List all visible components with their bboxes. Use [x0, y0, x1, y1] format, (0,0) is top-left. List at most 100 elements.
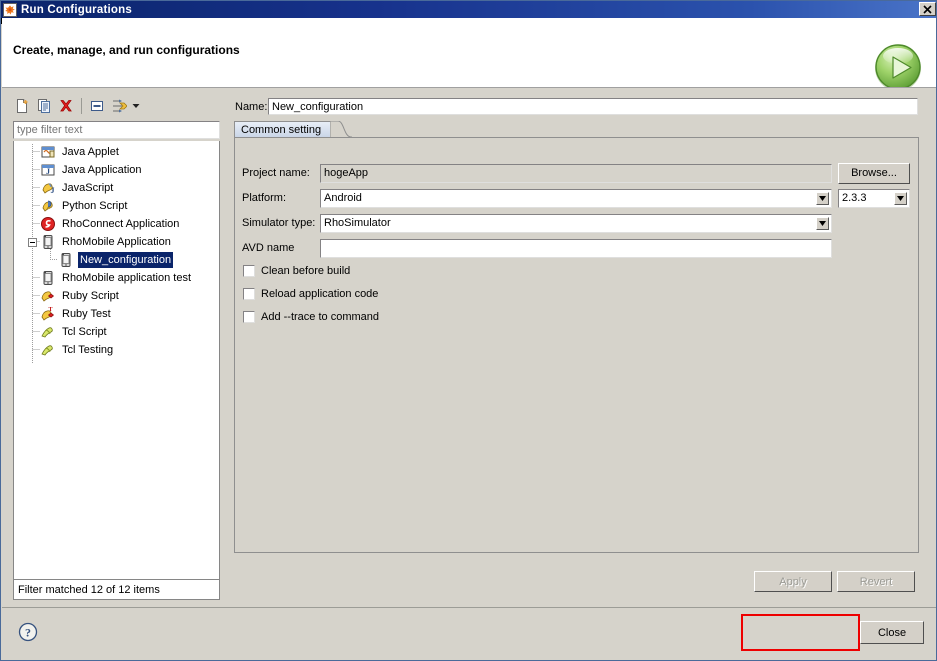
- title-bar: Run Configurations: [1, 1, 936, 18]
- tree-item-label: RhoConnect Application: [62, 218, 180, 230]
- run-config-icon: [3, 2, 17, 17]
- checkbox-add-trace-to-command[interactable]: Add --trace to command: [243, 307, 379, 327]
- tree-item-javascript[interactable]: J JavaScript: [14, 179, 219, 197]
- tree-item-java-applet[interactable]: Java Applet: [14, 143, 219, 161]
- version-combo[interactable]: 2.3.3: [838, 188, 910, 208]
- tree-item-tcl-script[interactable]: Tcl Script: [14, 323, 219, 341]
- chevron-down-icon[interactable]: [816, 191, 829, 205]
- javascript-icon: J: [40, 180, 56, 196]
- run-configurations-dialog: Run Configurations Create, manage, and r…: [0, 0, 937, 661]
- rhomobile-icon: [58, 252, 74, 268]
- window-title: Run Configurations: [21, 3, 132, 16]
- platform-row: Platform: Android 2.3.3: [242, 187, 910, 209]
- checkbox-reload-application-code[interactable]: Reload application code: [243, 284, 378, 304]
- tcl-script-icon: [40, 324, 56, 340]
- toolbar-divider: [81, 98, 82, 114]
- avd-name-label: AVD name: [242, 242, 295, 254]
- chevron-down-icon[interactable]: [816, 216, 829, 230]
- tree-item-label: RhoMobile application test: [62, 272, 192, 284]
- browse-button[interactable]: Browse...: [838, 162, 910, 184]
- tree-item-label: RhoMobile Application: [62, 236, 171, 248]
- checkbox-icon[interactable]: [243, 265, 255, 277]
- tree-toolbar: [11, 93, 156, 119]
- tab-strip: Common setting: [234, 121, 919, 138]
- project-name-field: hogeApp: [320, 163, 832, 183]
- checkbox-clean-before-build[interactable]: Clean before build: [243, 261, 350, 281]
- collapse-all-icon[interactable]: [86, 95, 108, 117]
- simulator-type-combo[interactable]: RhoSimulator: [320, 213, 832, 233]
- avd-name-row: AVD name: [242, 237, 910, 259]
- platform-label: Platform:: [242, 192, 287, 204]
- simulator-type-label: Simulator type:: [242, 217, 316, 229]
- tree-item-rhoconnect-application[interactable]: RhoConnect Application: [14, 215, 219, 233]
- tree-item-label: Ruby Test: [62, 308, 111, 320]
- svg-text:?: ?: [25, 626, 31, 640]
- tab-body: Project name: hogeApp Browse... Platform…: [234, 137, 919, 553]
- tree-item-label: Python Script: [62, 200, 128, 212]
- version-value: 2.3.3: [842, 192, 867, 204]
- tree-expander-icon[interactable]: [28, 238, 37, 247]
- page-title: Create, manage, and run configurations: [13, 43, 240, 57]
- checkbox-icon[interactable]: [243, 311, 255, 323]
- tree-item-label: Java Applet: [62, 146, 119, 158]
- filter-arrows-icon[interactable]: [108, 95, 130, 117]
- settings-tabfolder: Common setting Project name: hogeApp Bro…: [234, 121, 919, 553]
- simulator-type-row: Simulator type: RhoSimulator: [242, 212, 910, 234]
- close-button[interactable]: Close: [860, 621, 924, 644]
- checkbox-label: Add --trace to command: [261, 311, 379, 323]
- tree-item-label: Tcl Script: [62, 326, 107, 338]
- tab-curve: [330, 121, 352, 138]
- tab-common-setting[interactable]: Common setting: [234, 121, 332, 138]
- platform-value: Android: [324, 192, 362, 204]
- checkbox-label: Reload application code: [261, 288, 379, 300]
- rhoconnect-icon: [40, 216, 56, 232]
- chevron-down-icon[interactable]: [130, 95, 142, 117]
- platform-combo[interactable]: Android: [320, 188, 832, 208]
- chevron-down-icon[interactable]: [894, 191, 907, 205]
- tree-list: Java Applet J Java Application J JavaScript P…: [14, 141, 219, 359]
- new-document-icon[interactable]: [11, 95, 33, 117]
- apply-button[interactable]: Apply: [754, 571, 832, 592]
- tree-item-ruby-script[interactable]: Ruby Script: [14, 287, 219, 305]
- copy-icon[interactable]: [33, 95, 55, 117]
- question-mark-help-icon[interactable]: ?: [18, 622, 38, 642]
- tree-item-ruby-test[interactable]: T Ruby Test: [14, 305, 219, 323]
- tree-item-new-configuration[interactable]: New_configuration: [14, 251, 219, 269]
- rhomobile-icon: [40, 270, 56, 286]
- dialog-header: Create, manage, and run configurations: [2, 18, 936, 91]
- tcl-testing-icon: [40, 342, 56, 358]
- avd-name-input[interactable]: [320, 238, 832, 258]
- tree-item-tcl-testing[interactable]: Tcl Testing: [14, 341, 219, 359]
- ruby-script-icon: [40, 288, 56, 304]
- filter-status: Filter matched 12 of 12 items: [13, 579, 220, 600]
- checkbox-label: Clean before build: [261, 265, 351, 277]
- project-name-row: Project name: hogeApp Browse...: [242, 162, 910, 184]
- project-name-label: Project name:: [242, 167, 310, 179]
- svg-text:J: J: [46, 167, 50, 176]
- tree-item-rhomobile-application-test[interactable]: RhoMobile application test: [14, 269, 219, 287]
- ruby-test-icon: T: [40, 306, 56, 322]
- bottom-separator: [2, 607, 936, 608]
- revert-button[interactable]: Revert: [837, 571, 915, 592]
- tree-item-label: Java Application: [62, 164, 142, 176]
- name-label: Name:: [235, 101, 268, 113]
- checkbox-icon[interactable]: [243, 288, 255, 300]
- name-input[interactable]: [268, 98, 918, 115]
- filter-input[interactable]: [13, 121, 220, 139]
- java-application-icon: J: [40, 162, 56, 178]
- python-script-icon: [40, 198, 56, 214]
- tree-item-label: Tcl Testing: [62, 344, 114, 356]
- red-x-delete-icon[interactable]: [55, 95, 77, 117]
- simulator-type-value: RhoSimulator: [324, 217, 391, 229]
- rhomobile-icon: [40, 234, 56, 250]
- svg-text:J: J: [51, 186, 55, 195]
- configuration-tree[interactable]: Java Applet J Java Application J JavaScript P…: [13, 141, 220, 579]
- close-icon[interactable]: [919, 2, 936, 16]
- svg-text:T: T: [48, 307, 52, 313]
- tree-item-rhomobile-application[interactable]: RhoMobile Application: [14, 233, 219, 251]
- tree-item-label: JavaScript: [62, 182, 114, 194]
- java-applet-icon: [40, 144, 56, 160]
- tree-item-java-application[interactable]: J Java Application: [14, 161, 219, 179]
- tree-item-label: New_configuration: [78, 252, 174, 268]
- tree-item-python-script[interactable]: Python Script: [14, 197, 219, 215]
